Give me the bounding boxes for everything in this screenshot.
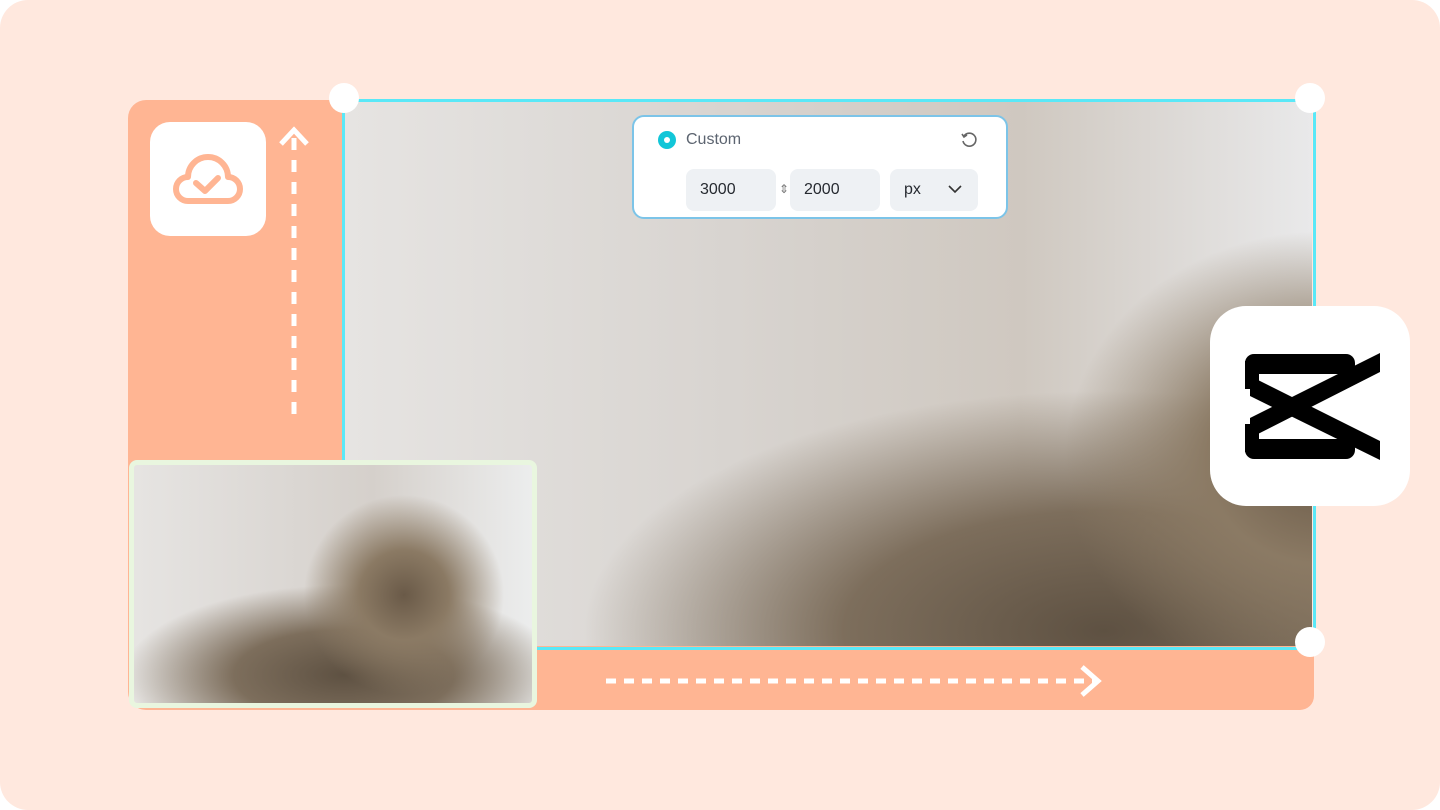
reset-icon[interactable]	[960, 131, 978, 149]
resize-handle-top-left[interactable]	[329, 83, 359, 113]
width-input[interactable]: 3000	[686, 169, 776, 211]
resize-handle-bottom-right[interactable]	[1295, 627, 1325, 657]
height-input[interactable]: 2000	[790, 169, 880, 211]
dashed-arrow-up-icon	[279, 126, 309, 418]
thumbnail-cat-photo	[129, 460, 537, 708]
unit-dropdown[interactable]: px	[890, 169, 978, 211]
capcut-logo	[1245, 353, 1380, 460]
resize-handle-top-right[interactable]	[1295, 83, 1325, 113]
radio-selected-icon[interactable]	[658, 131, 676, 149]
dashed-arrow-right-icon	[606, 665, 1102, 697]
cloud-check-icon	[173, 154, 243, 204]
custom-size-panel: Custom 3000 ⇕ 2000 px	[632, 115, 1008, 219]
chevron-down-icon	[948, 185, 962, 194]
custom-option-label[interactable]: Custom	[686, 131, 741, 149]
cloud-tile	[150, 122, 266, 236]
capcut-logo-tile	[1210, 306, 1410, 506]
unit-value: px	[904, 181, 921, 198]
